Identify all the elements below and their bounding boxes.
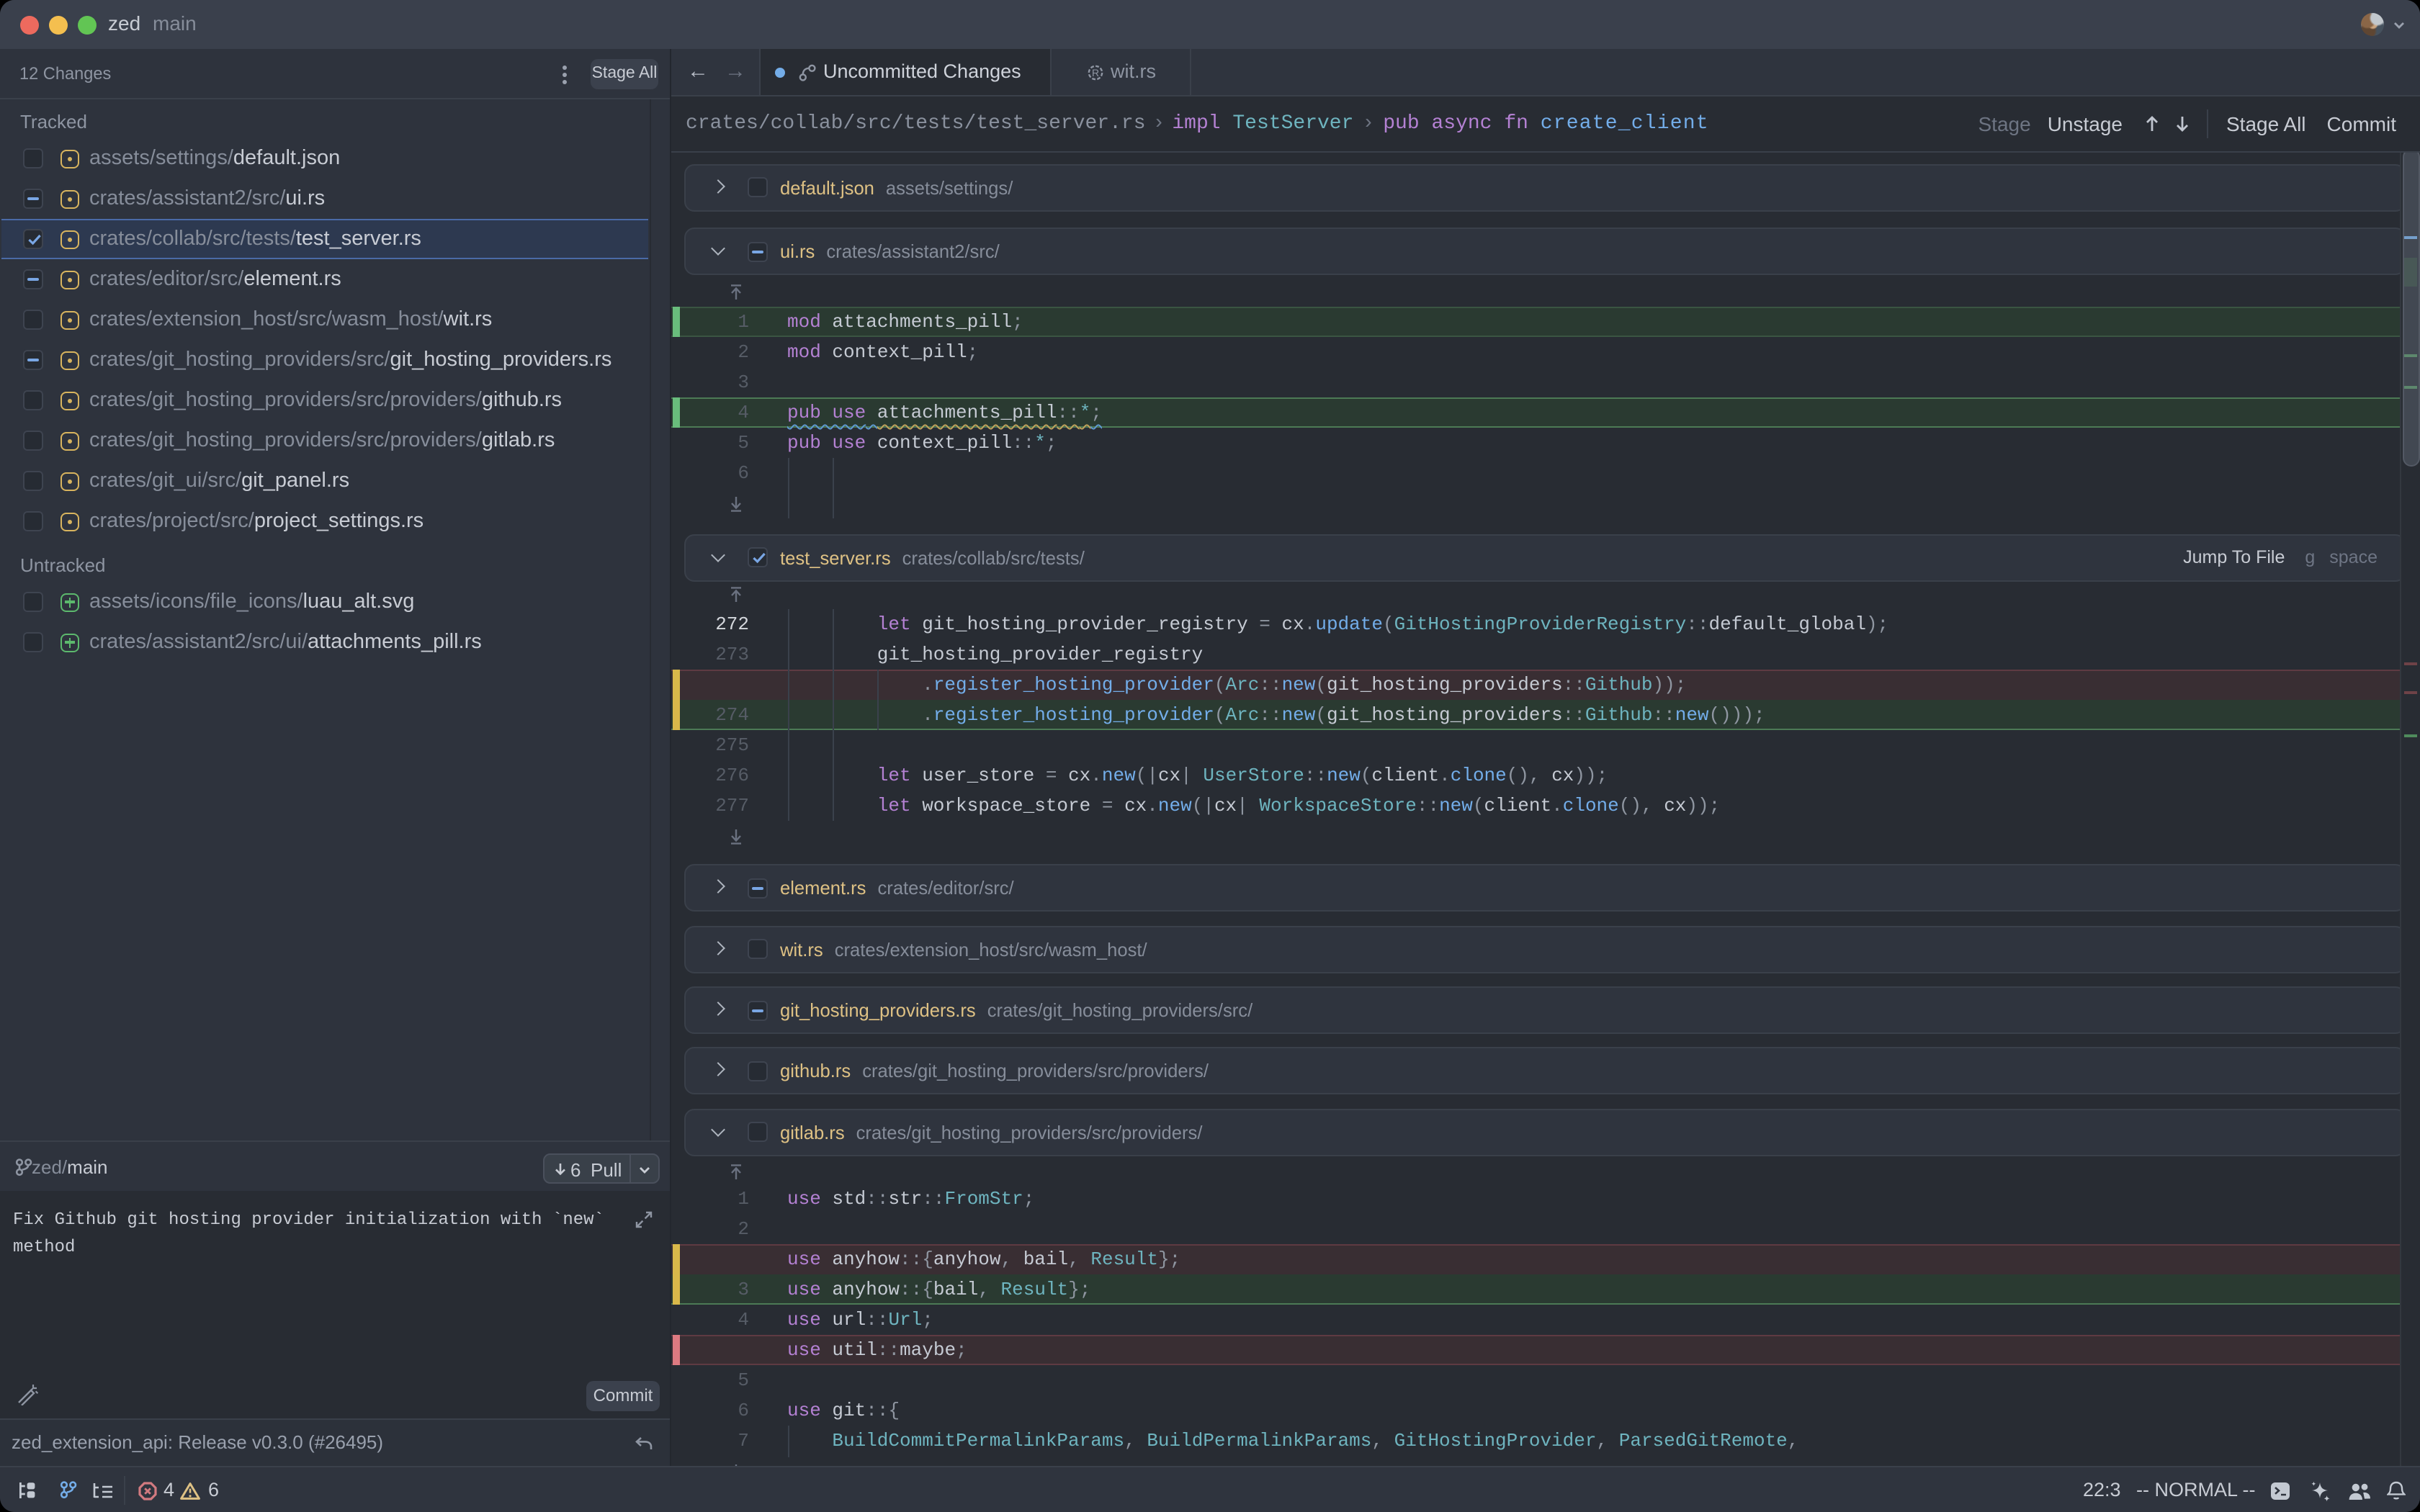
svg-text:R: R — [1092, 67, 1099, 78]
